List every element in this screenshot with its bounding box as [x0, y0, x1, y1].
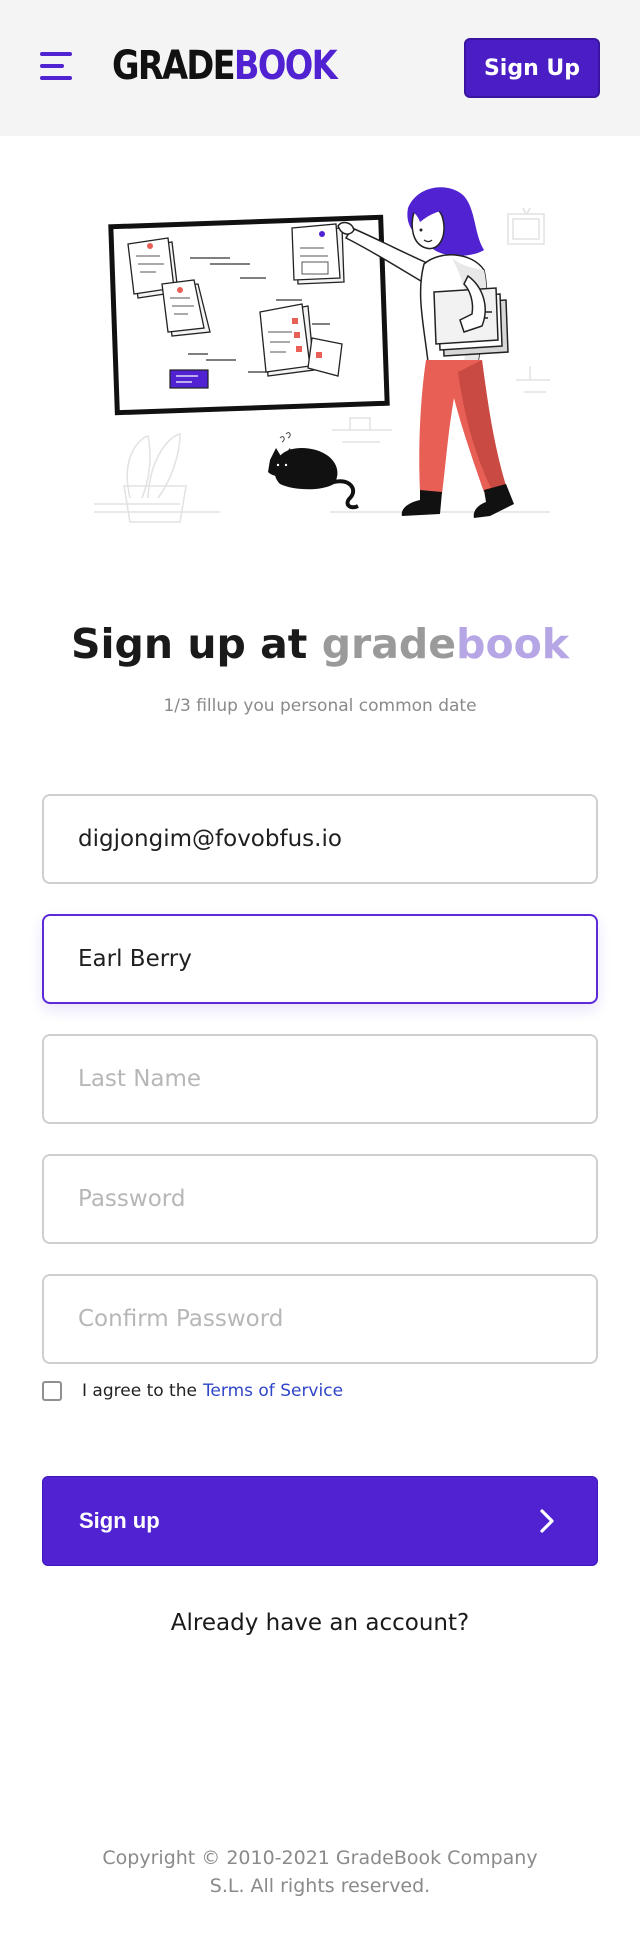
terms-checkbox[interactable] [42, 1381, 62, 1401]
email-field[interactable] [42, 794, 598, 884]
password-field[interactable] [42, 1154, 598, 1244]
terms-label: I agree to the [82, 1381, 197, 1401]
logo-text-grade: GRADE [112, 43, 236, 89]
terms-row: I agree to the Terms of Service [42, 1378, 343, 1404]
first-name-field[interactable] [42, 914, 598, 1004]
hero-illustration [94, 187, 550, 523]
page-title: Sign up at gradebook [0, 620, 640, 668]
chevron-right-icon [540, 1509, 554, 1533]
signup-submit-label: Sign up [79, 1508, 160, 1533]
top-header: GRADEBOOK Sign Up [0, 0, 640, 136]
signup-submit-button[interactable]: Sign up [42, 1476, 598, 1566]
gradebook-logo[interactable]: GRADEBOOK [112, 38, 338, 94]
logo-text-book: BOOK [233, 43, 338, 89]
copyright-line-1: Copyright © 2010-2021 GradeBook Company [102, 1847, 538, 1869]
title-prefix: Sign up at [70, 620, 322, 668]
page-subtitle: 1/3 fillup you personal common date [163, 696, 477, 716]
terms-of-service-link[interactable]: Terms of Service [203, 1381, 343, 1401]
title-brand-book: book [456, 620, 570, 668]
confirm-password-field[interactable] [42, 1274, 598, 1364]
hamburger-menu-icon[interactable] [36, 48, 76, 84]
last-name-field[interactable] [42, 1034, 598, 1124]
footer-copyright: Copyright © 2010-2021 GradeBook Company … [0, 1844, 640, 1900]
title-brand-grade: grade [321, 620, 457, 668]
header-signup-button[interactable]: Sign Up [464, 38, 600, 98]
copyright-line-2: S.L. All rights reserved. [209, 1875, 431, 1897]
already-have-account-link[interactable]: Already have an account? [0, 1610, 640, 1636]
